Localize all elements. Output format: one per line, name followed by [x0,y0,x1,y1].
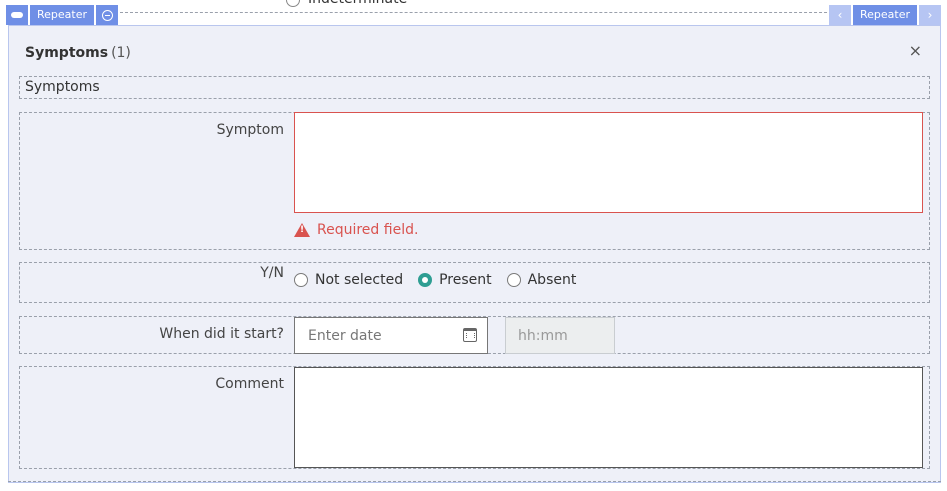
repeater-toolbar-left: Repeater [6,5,119,25]
panel-count: (1) [111,45,131,61]
date-field[interactable] [294,317,488,354]
section-title: Symptoms [25,79,100,95]
previous-field-fragment: Indeterminate [0,0,947,10]
radio-not-selected[interactable]: Not selected [294,272,403,288]
comment-label: Comment [215,376,284,392]
time-input[interactable] [506,318,614,353]
repeater-collapse-button[interactable] [96,5,119,25]
repeater-label-left[interactable]: Repeater [30,5,95,25]
repeater-drag-button[interactable] [6,5,28,25]
required-text: Required field. [317,222,419,238]
radio-present[interactable]: Present [418,272,492,288]
radio-absent[interactable]: Absent [506,272,577,288]
symptom-label: Symptom [216,122,284,138]
radio-indeterminate-label: Indeterminate [308,0,407,8]
close-icon[interactable]: × [909,42,922,60]
calendar-icon[interactable] [463,328,477,342]
section-header: Symptoms [19,76,930,99]
date-input[interactable] [295,318,445,353]
radio-label: Absent [527,272,577,288]
yn-radio-group: Not selected Present Absent [294,272,591,288]
panel-title: Symptoms (1) [25,45,131,61]
repeater-label-right[interactable]: Repeater [852,5,917,25]
radio-label: Present [439,272,492,288]
chevron-left-icon: ‹ [837,8,843,22]
comment-textarea[interactable] [294,367,923,468]
radio-label: Not selected [315,272,404,288]
panel-footer-divider [8,481,941,482]
repeater-prev-button[interactable]: ‹ [828,5,851,25]
radio-circle[interactable] [506,273,521,287]
radio-circle[interactable] [418,273,433,287]
top-divider [120,12,837,13]
chevron-right-icon: › [927,8,933,22]
time-field[interactable] [505,317,615,354]
repeater-next-button[interactable]: › [919,5,941,25]
yn-label: Y/N [260,265,284,281]
repeater-toolbar-right: ‹ Repeater › [828,5,941,25]
symptom-textarea[interactable] [294,112,923,213]
collapse-icon [101,9,113,21]
panel-title-text: Symptoms [25,45,109,61]
radio-indeterminate[interactable] [286,0,300,7]
start-label: When did it start? [159,326,284,342]
required-message: Required field. [294,222,418,238]
pill-icon [11,12,23,18]
symptoms-panel: Symptoms(1) × Symptoms Symptom Required … [8,25,941,483]
warning-icon [294,223,310,237]
radio-circle[interactable] [294,273,308,287]
